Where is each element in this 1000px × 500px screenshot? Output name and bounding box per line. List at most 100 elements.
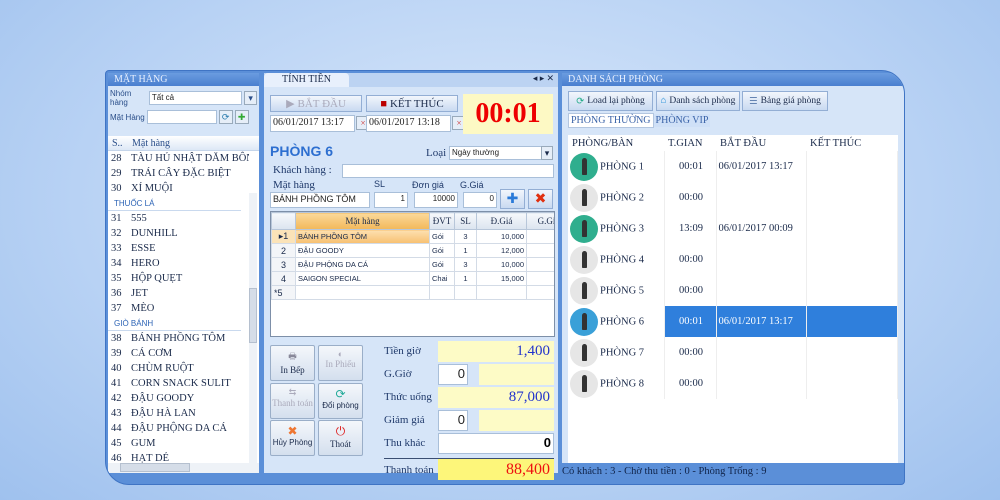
list-item[interactable]: 39 CÁ CƠM: [108, 346, 249, 361]
list-item[interactable]: 43 ĐẬU HÀ LAN: [108, 406, 249, 421]
print-receipt-button[interactable]: ◐ In Phiếu: [318, 345, 363, 381]
room-row[interactable]: PHÒNG 1 00:01 06/01/2017 13:17: [568, 151, 898, 182]
room-row[interactable]: PHÒNG 7 00:00: [568, 337, 898, 368]
type-select[interactable]: Ngày thường: [449, 146, 544, 160]
refresh-icon[interactable]: ⟳: [218, 110, 233, 124]
print-kitchen-button[interactable]: 🖶 In Bếp: [270, 345, 315, 381]
room-row[interactable]: PHÒNG 4 00:00: [568, 244, 898, 275]
list-item[interactable]: 30 XÍ MUỘI: [108, 181, 249, 196]
room-list-button[interactable]: ⌂ Danh sách phòng: [656, 91, 740, 111]
price-stepper[interactable]: 10000: [414, 192, 458, 208]
col-time[interactable]: T.GIAN: [664, 135, 716, 151]
end-button[interactable]: ■ KẾT THÚC: [366, 95, 458, 112]
col-room[interactable]: PHÒNG/BÀN: [568, 135, 664, 151]
discount-stepper[interactable]: 0: [438, 410, 468, 431]
group-select[interactable]: Tất cả: [148, 91, 243, 105]
list-item[interactable]: 42 ĐẬU GOODY: [108, 391, 249, 406]
list-item[interactable]: 45 GUM: [108, 436, 249, 451]
room-row[interactable]: PHÒNG 2 00:00: [568, 182, 898, 213]
start-button[interactable]: ▶ BẮT ĐẦU: [270, 95, 362, 112]
item-input[interactable]: BÁNH PHỒNG TÔM: [270, 192, 370, 208]
microphone-icon: [570, 338, 598, 367]
list-item[interactable]: 33 ESSE: [108, 241, 249, 256]
list-item[interactable]: 34 HERO: [108, 256, 249, 271]
room-row[interactable]: PHÒNG 5 00:00: [568, 275, 898, 306]
item-search-input[interactable]: [146, 110, 217, 124]
chevron-down-icon[interactable]: ▾: [244, 91, 257, 105]
chevron-down-icon[interactable]: ▾: [541, 146, 553, 160]
room-time: 00:00: [664, 368, 717, 399]
room-row[interactable]: PHÒNG 6 00:01 06/01/2017 13:17: [568, 306, 898, 337]
hour-discount-stepper[interactable]: 0: [438, 364, 468, 385]
item-number: 34: [111, 258, 122, 269]
list-item[interactable]: 37 MÈO: [108, 301, 249, 316]
horizontal-scrollbar[interactable]: [108, 463, 259, 473]
list-item[interactable]: 44 ĐẬU PHỘNG DA CÁ: [108, 421, 249, 436]
list-item[interactable]: 29 TRÁI CÂY ĐẶC BIỆT: [108, 166, 249, 181]
room-name: PHÒNG 3: [600, 222, 645, 234]
close-icon[interactable]: ◂ ▸ ✕: [533, 73, 558, 84]
end-label: KẾT THÚC: [389, 97, 444, 110]
discount-label: G.Giá: [460, 180, 484, 190]
room-name: PHÒNG 6: [600, 315, 645, 327]
item-number: 38: [111, 333, 122, 344]
list-item[interactable]: 32 DUNHILL: [108, 226, 249, 241]
list-item[interactable]: 40 CHÙM RUỘT: [108, 361, 249, 376]
item-name: DUNHILL: [131, 228, 178, 239]
list-item[interactable]: 38 BÁNH PHỒNG TÔM: [108, 331, 249, 346]
room-price-button[interactable]: ☰ Bảng giá phòng: [742, 91, 828, 111]
table-row[interactable]: 2 ĐẬU GOODY Gói 1 12,000: [271, 243, 554, 258]
cancel-room-button[interactable]: ✖ Hủy Phòng: [270, 420, 315, 456]
table-row[interactable]: ▸1 BÁNH PHỒNG TÔM Gói 3 10,000: [271, 229, 554, 244]
cell-price: 10,000: [476, 229, 527, 244]
reload-rooms-button[interactable]: ⟳ Load lại phòng: [568, 91, 653, 111]
item-name: XÍ MUỘI: [131, 183, 173, 194]
room-time: 00:00: [664, 182, 717, 213]
discount-stepper[interactable]: 0: [463, 192, 497, 208]
list-item[interactable]: 36 JET: [108, 286, 249, 301]
new-row[interactable]: *5: [271, 285, 554, 300]
pay-button[interactable]: ⇆ Thanh toán: [270, 383, 315, 419]
qty-stepper[interactable]: 1: [374, 192, 408, 208]
list-item[interactable]: 31 555: [108, 211, 249, 226]
tab-normal-rooms[interactable]: PHÒNG THƯỜNG: [568, 113, 654, 128]
delete-item-button[interactable]: ✖: [528, 189, 553, 209]
list-item[interactable]: 35 HỘP QUẸT: [108, 271, 249, 286]
col-discount[interactable]: G.Giá: [526, 212, 554, 230]
item-number: 32: [111, 228, 122, 239]
col-start[interactable]: BẮT ĐẦU: [716, 135, 806, 151]
end-time-input[interactable]: 06/01/2017 13:18: [366, 115, 451, 132]
item-panel: MẶT HÀNG Nhóm hàng Tất cả ▾ Mặt Hàng ⟳ ✚ S..…: [108, 73, 259, 473]
col-end[interactable]: KẾT THÚC: [806, 135, 898, 151]
list-item[interactable]: 41 CORN SNACK SULIT: [108, 376, 249, 391]
start-time-input[interactable]: 06/01/2017 13:17: [270, 115, 355, 132]
room-price-label: Bảng giá phòng: [760, 96, 821, 106]
tab-tinh-tien[interactable]: TÍNH TIỀN: [264, 73, 349, 87]
list-item[interactable]: 28 TÀU HỦ NHẬT DĂM BÔNG: [108, 151, 249, 166]
row-index: 3: [280, 259, 286, 270]
col-price[interactable]: Đ.Giá: [476, 212, 527, 230]
add-icon[interactable]: ✚: [234, 110, 249, 124]
table-row[interactable]: 3 ĐẬU PHỘNG DA CÁ Gói 3 10,000: [271, 257, 554, 272]
cell-discount: [526, 229, 554, 244]
cell-qty: 3: [454, 229, 477, 244]
customer-label: Khách hàng :: [273, 164, 332, 176]
vertical-scrollbar[interactable]: [249, 193, 257, 468]
item-name: ESSE: [131, 243, 156, 254]
add-item-button[interactable]: ✚: [500, 189, 525, 209]
change-room-button[interactable]: ⟳ Đổi phòng: [318, 383, 363, 419]
table-row[interactable]: 4 SAIGON SPECIAL Chai 1 15,000: [271, 271, 554, 286]
room-row[interactable]: PHÒNG 3 13:09 06/01/2017 00:09: [568, 213, 898, 244]
customer-input[interactable]: [342, 164, 554, 178]
exit-button[interactable]: ⏻ Thoát: [318, 420, 363, 456]
other-fee-input[interactable]: 0: [438, 433, 554, 454]
discount-total-value: [479, 410, 554, 431]
col-unit[interactable]: ĐVT: [429, 212, 455, 230]
col-item[interactable]: Mặt hàng: [295, 212, 430, 230]
col-qty[interactable]: SL: [454, 212, 477, 230]
cell-price: 15,000: [476, 271, 527, 286]
item-list: 28 TÀU HỦ NHẬT DĂM BÔNG 29 TRÁI CÂY ĐẶC BIỆ…: [108, 151, 249, 471]
room-row[interactable]: PHÒNG 8 00:00: [568, 368, 898, 399]
total-label: Thanh toán: [384, 464, 434, 476]
tab-vip-rooms[interactable]: PHÒNG VIP: [653, 114, 711, 127]
